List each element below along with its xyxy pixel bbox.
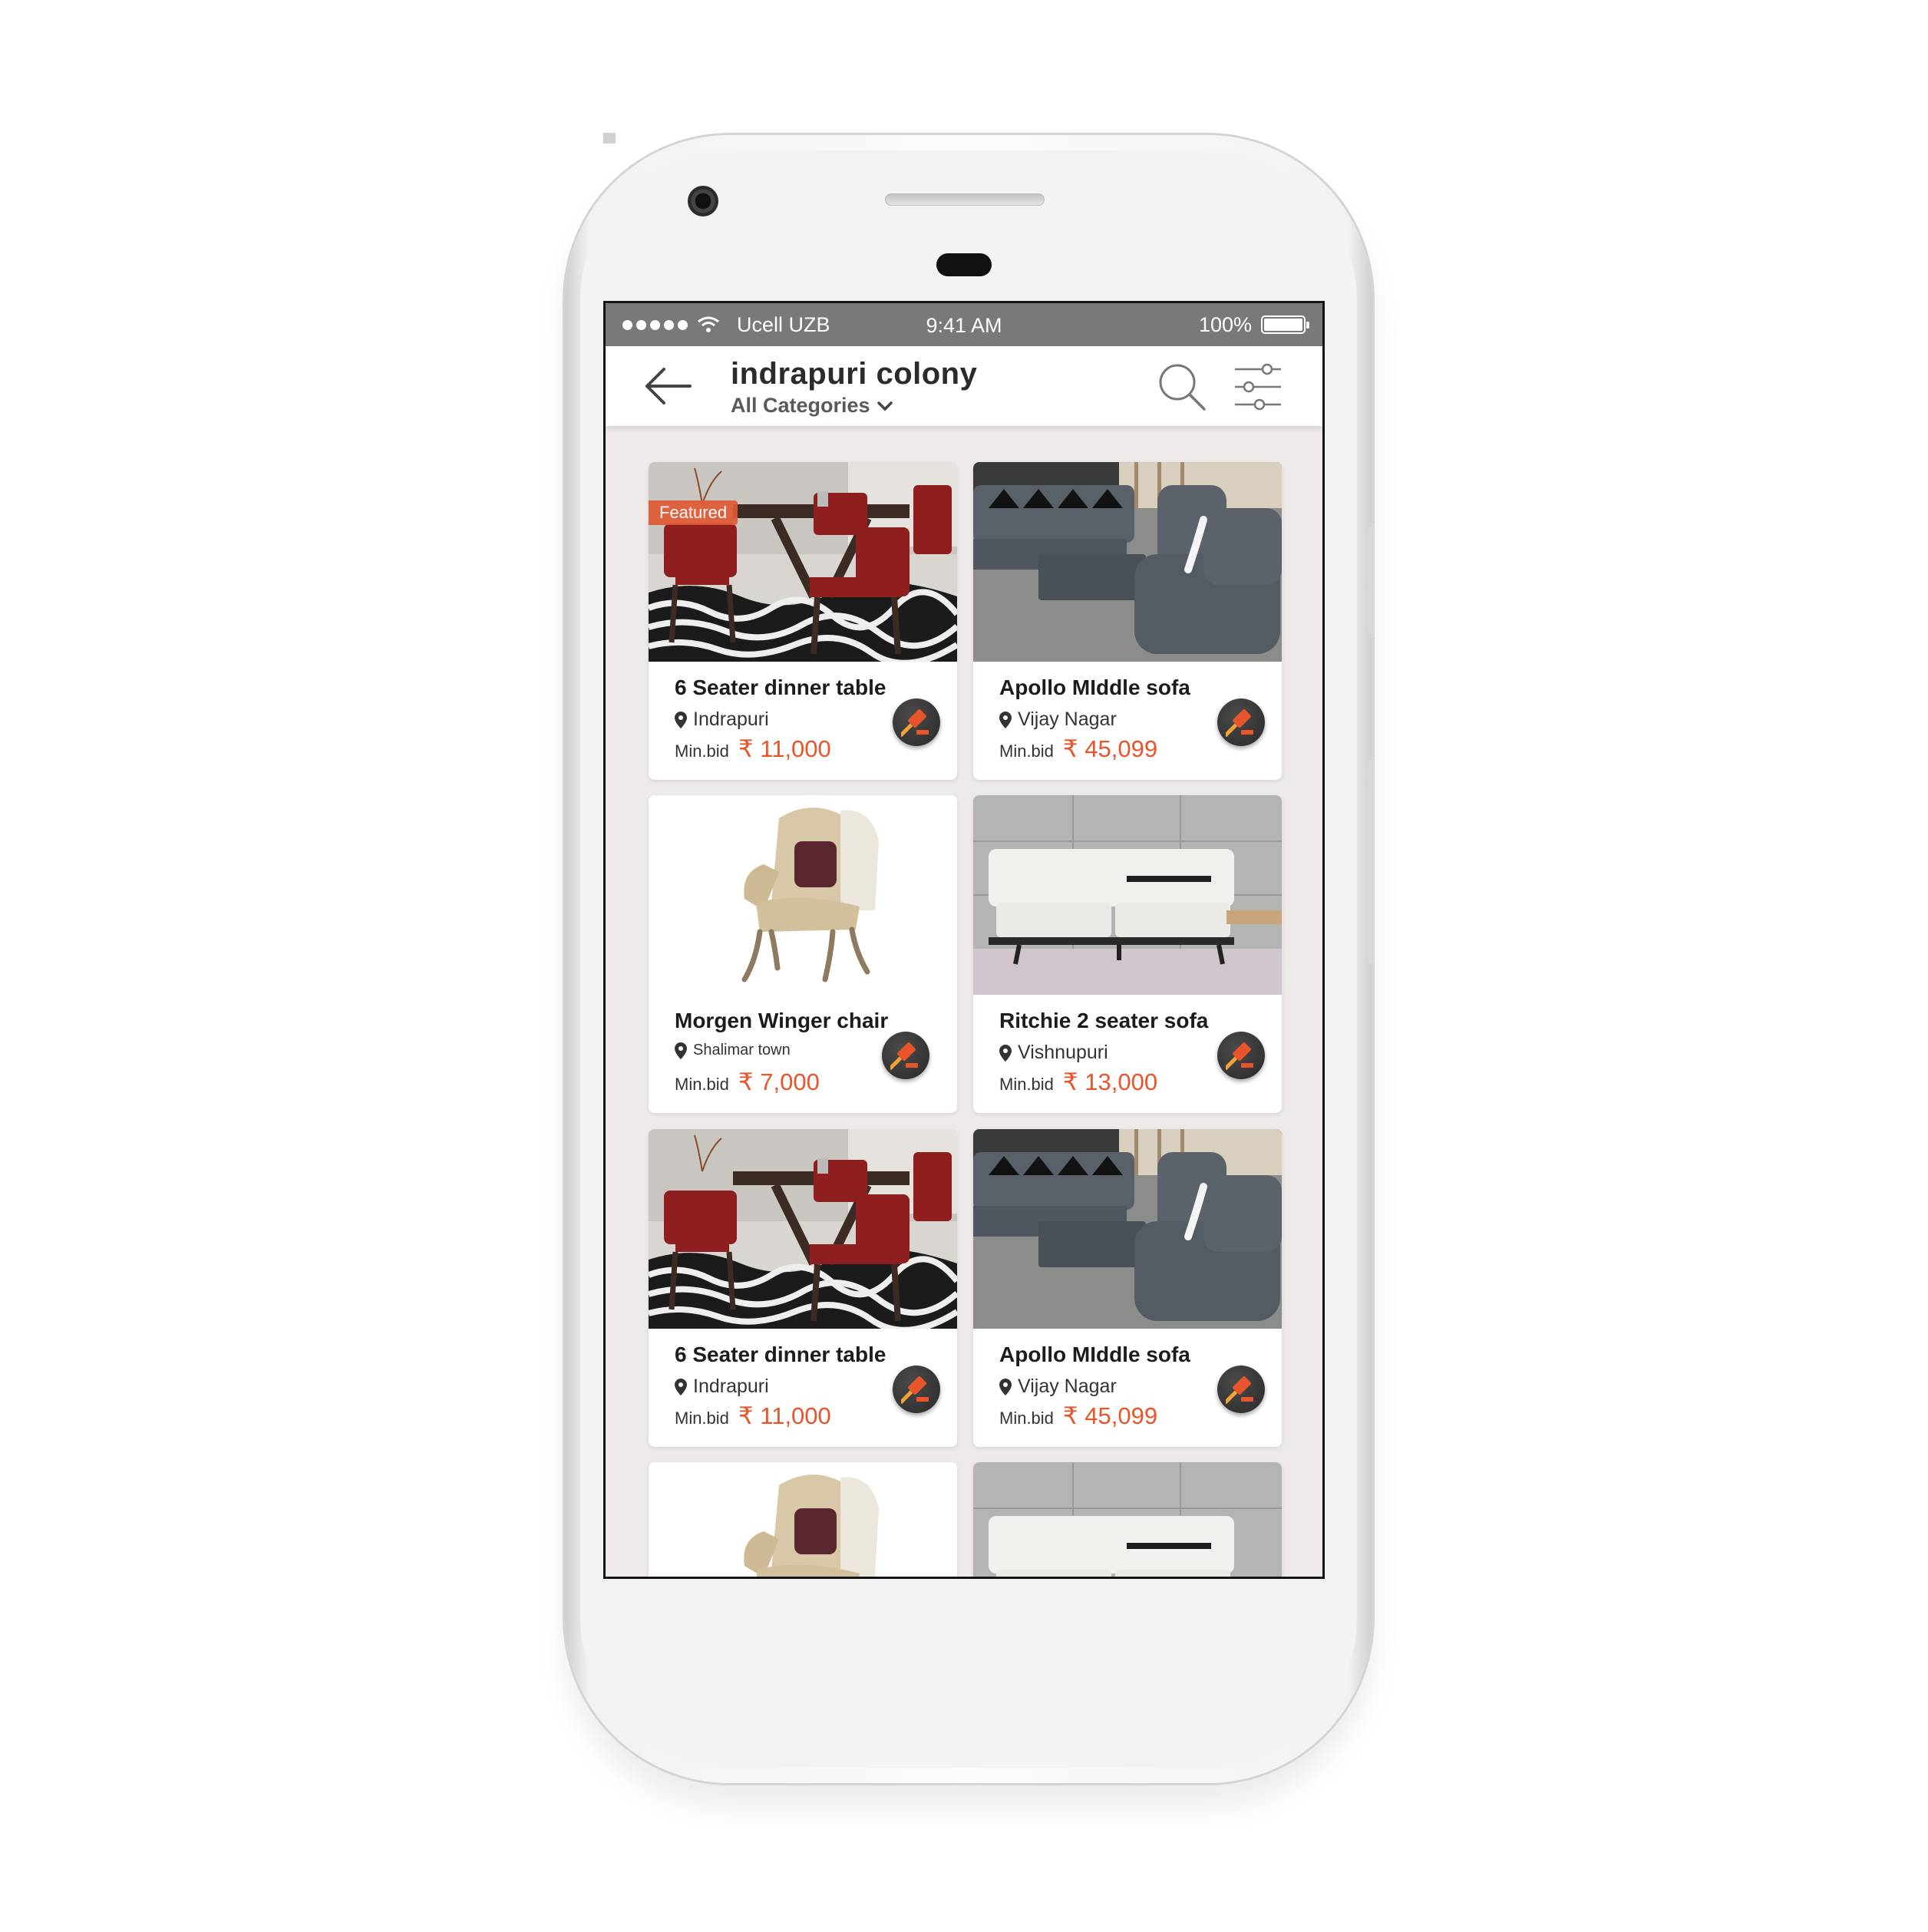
listing-image-dining-set: Featured (649, 462, 957, 662)
price: ₹ 45,099 (1062, 1402, 1158, 1429)
price-row: Min.bid ₹ 7,000 (675, 1068, 820, 1096)
listing-title: 6 Seater dinner table (675, 675, 886, 699)
place-bid-button[interactable] (1217, 1366, 1265, 1413)
place-bid-button[interactable] (893, 698, 940, 746)
listing-image-outdoor-sofa (973, 1129, 1282, 1329)
gavel-icon (1226, 1376, 1253, 1405)
gavel-icon (1226, 1042, 1253, 1071)
price-row: Min.bid ₹ 45,099 (999, 1402, 1157, 1430)
listing-image-outdoor-sofa (973, 462, 1282, 662)
price: ₹ 11,000 (738, 1402, 831, 1429)
listing-card[interactable]: Ritchie 2 seater sofa Vishnupuri Min.bid… (973, 795, 1282, 1113)
price: ₹ 13,000 (1062, 1068, 1158, 1095)
min-bid-label: Min.bid (999, 741, 1054, 761)
page-title: indrapuri colony (731, 357, 978, 391)
listing-location: Shalimar town (675, 1042, 791, 1059)
category-dropdown[interactable]: All Categories (731, 394, 893, 418)
listing-image-two-seater-sofa (973, 1462, 1282, 1577)
min-bid-label: Min.bid (999, 1075, 1054, 1094)
proximity-sensor (936, 253, 992, 276)
chevron-down-icon (877, 401, 893, 411)
listing-grid: Featured 6 Seater dinner table Indrapuri… (606, 303, 1322, 1577)
listing-image-dining-set (649, 1129, 957, 1329)
location-pin-icon (999, 1044, 1012, 1062)
back-arrow-icon (645, 368, 692, 405)
min-bid-label: Min.bid (675, 1075, 729, 1094)
listing-card[interactable]: Featured 6 Seater dinner table Indrapuri… (649, 462, 957, 780)
place-bid-button[interactable] (1217, 1032, 1265, 1079)
earpiece-speaker (885, 193, 1045, 206)
place-bid-button[interactable] (893, 1366, 940, 1413)
place-bid-button[interactable] (1217, 698, 1265, 746)
filter-button[interactable] (1233, 362, 1283, 412)
price: ₹ 7,000 (738, 1068, 820, 1095)
listing-image-wing-chair (649, 1462, 957, 1577)
category-label: All Categories (731, 394, 870, 417)
location-text: Vishnupuri (1018, 1042, 1108, 1063)
listing-title: Apollo MIddle sofa (999, 675, 1190, 699)
phone-top-button (603, 133, 616, 144)
location-text: Indrapuri (693, 1376, 769, 1397)
listing-card[interactable]: 6 Seater dinner table Indrapuri Min.bid … (649, 1129, 957, 1447)
min-bid-label: Min.bid (675, 741, 729, 761)
location-text: Shalimar town (693, 1042, 791, 1058)
search-button[interactable] (1157, 362, 1207, 412)
gavel-icon (1226, 709, 1253, 738)
location-pin-icon (675, 1042, 687, 1059)
price-row: Min.bid ₹ 11,000 (675, 735, 831, 763)
location-pin-icon (675, 1378, 687, 1395)
location-text: Vijay Nagar (1018, 708, 1117, 730)
gavel-icon (901, 709, 929, 738)
location-text: Indrapuri (693, 708, 769, 730)
gavel-icon (901, 1376, 929, 1405)
location-pin-icon (675, 711, 687, 728)
listing-image-wing-chair (649, 795, 957, 995)
front-camera (688, 186, 718, 216)
listing-title: Ritchie 2 seater sofa (999, 1009, 1209, 1032)
listing-location: Indrapuri (675, 708, 769, 731)
listing-card[interactable]: Apollo MIddle sofa Vijay Nagar Min.bid ₹… (973, 1129, 1282, 1447)
app-header: indrapuri colony All Categories (606, 346, 1322, 426)
listing-title: 6 Seater dinner table (675, 1342, 886, 1366)
listing-location: Vijay Nagar (999, 1376, 1117, 1398)
listing-location: Indrapuri (675, 1376, 769, 1398)
price-row: Min.bid ₹ 45,099 (999, 735, 1157, 763)
location-text: Vijay Nagar (1018, 1376, 1117, 1397)
back-button[interactable] (642, 363, 693, 409)
filter-sliders-icon (1235, 363, 1281, 411)
location-pin-icon (999, 1378, 1012, 1395)
listing-card[interactable] (649, 1462, 957, 1577)
listing-title: Morgen Winger chair (675, 1009, 889, 1032)
listing-title: Apollo MIddle sofa (999, 1342, 1190, 1366)
search-icon (1159, 364, 1206, 411)
min-bid-label: Min.bid (999, 1409, 1054, 1428)
screen: Ucell UZB 9:41 AM 100% indrapuri colony … (603, 301, 1325, 1579)
listing-image-two-seater-sofa (973, 795, 1282, 995)
place-bid-button[interactable] (882, 1032, 929, 1079)
listing-location: Vijay Nagar (999, 708, 1117, 731)
price-row: Min.bid ₹ 13,000 (999, 1068, 1157, 1096)
price-row: Min.bid ₹ 11,000 (675, 1402, 831, 1430)
min-bid-label: Min.bid (675, 1409, 729, 1428)
phone-side-button-upper (1367, 527, 1375, 634)
listing-card[interactable] (973, 1462, 1282, 1577)
listing-location: Vishnupuri (999, 1042, 1108, 1064)
phone-side-button-lower (1367, 760, 1375, 963)
listing-card[interactable]: Apollo MIddle sofa Vijay Nagar Min.bid ₹… (973, 462, 1282, 780)
listing-card[interactable]: Morgen Winger chair Shalimar town Min.bi… (649, 795, 957, 1113)
price: ₹ 11,000 (738, 735, 831, 762)
featured-badge: Featured (649, 500, 738, 525)
price: ₹ 45,099 (1062, 735, 1158, 762)
location-pin-icon (999, 711, 1012, 728)
gavel-icon (890, 1042, 918, 1071)
